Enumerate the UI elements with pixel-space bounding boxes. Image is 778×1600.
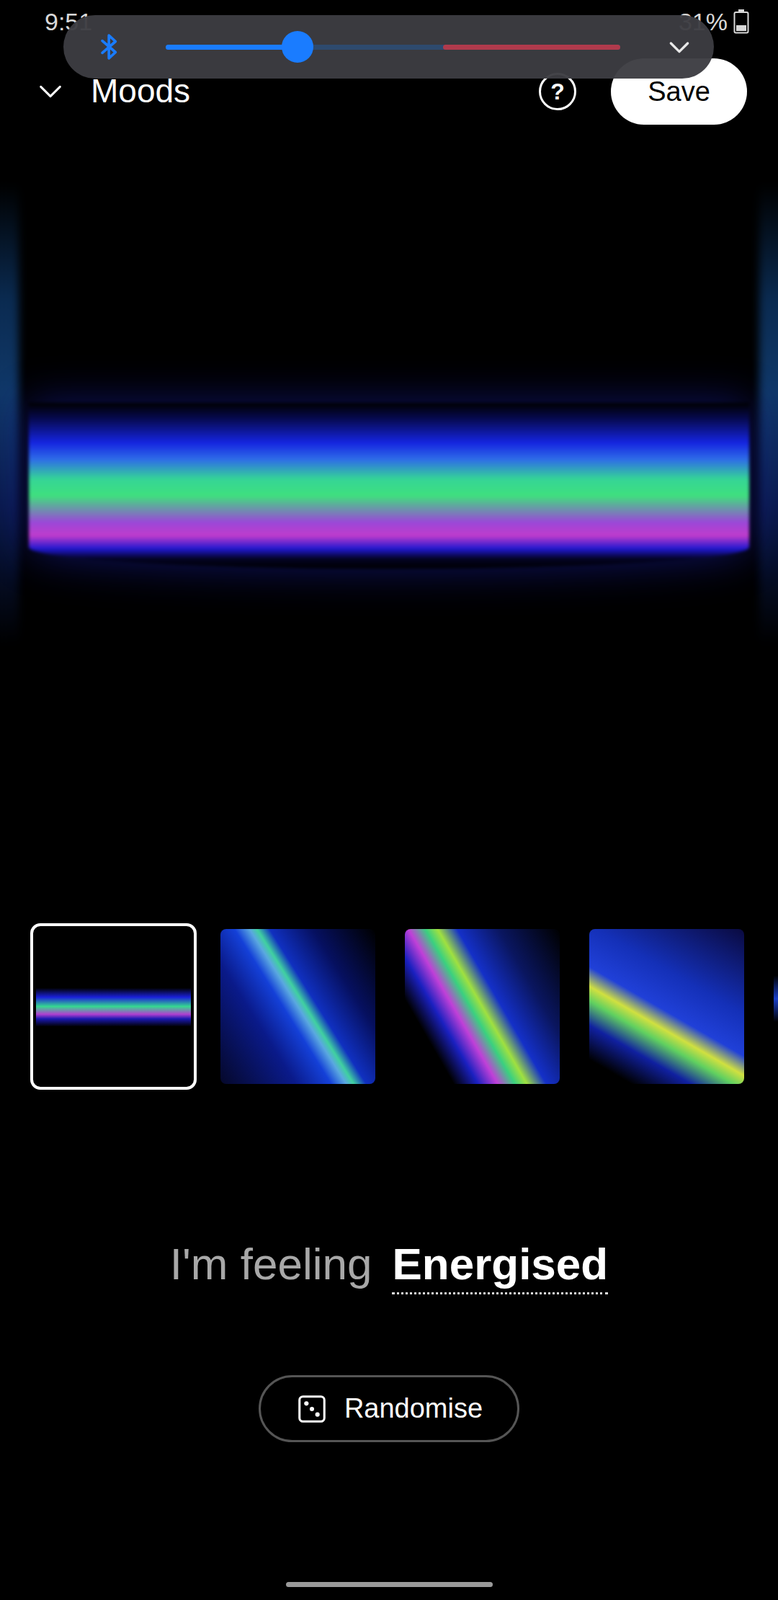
expand-chevron-icon[interactable] [664,32,694,62]
volume-slider[interactable] [165,44,621,50]
moods-screen: 9:5131%Moods?SaveI'm feelingEnergisedRan… [0,0,778,1600]
mood-thumbnail[interactable] [767,922,778,1090]
mood-thumbnail[interactable] [214,922,382,1090]
volume-panel [63,15,714,79]
bluetooth-icon [95,29,124,65]
mood-sentence: I'm feeling Energised [0,1236,778,1294]
thumbnail-picture [220,928,376,1084]
mood-thumbnail[interactable] [583,922,750,1090]
mood-thumbnail[interactable] [399,922,566,1090]
mood-preview [0,139,778,889]
edge-glow [759,182,778,645]
mood-thumbnail[interactable] [30,922,197,1090]
edge-glow [0,182,19,645]
volume-fill [165,44,298,50]
thumbnail-picture [589,928,745,1084]
volume-warning-zone [443,44,621,50]
thumbnail-picture [36,928,191,1084]
volume-thumb[interactable] [281,30,314,63]
dice-icon [295,1391,329,1425]
randomise-label: Randomise [344,1387,483,1429]
randomise-button[interactable]: Randomise [258,1374,520,1442]
thumbnail-picture [404,928,560,1084]
mood-selector[interactable]: Energised [391,1236,608,1294]
thumbnail-picture [773,928,778,1084]
collapse-chevron-icon[interactable] [36,77,65,106]
mood-prefix: I'm feeling [170,1236,373,1291]
home-indicator[interactable] [285,1581,493,1587]
wave-band [28,402,750,569]
battery-icon [733,9,750,34]
thumbnail-row [0,922,778,1090]
